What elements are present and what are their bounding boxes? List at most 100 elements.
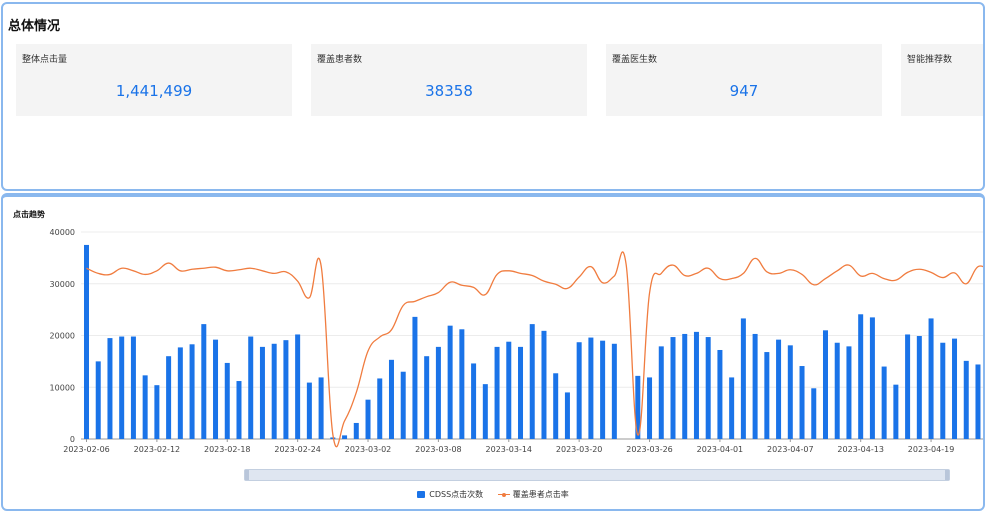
bar xyxy=(940,342,946,439)
x-tick-label: 2023-04-13 xyxy=(837,445,884,454)
bar xyxy=(494,346,500,439)
chart-legend: CDSS点击次数 覆盖患者点击率 xyxy=(3,489,983,500)
bar xyxy=(224,362,230,439)
bar xyxy=(271,343,277,439)
bar xyxy=(259,346,265,439)
bar xyxy=(822,330,828,439)
bar xyxy=(647,377,653,439)
legend-label: 覆盖患者点击率 xyxy=(512,490,569,499)
bar xyxy=(400,371,406,439)
legend-label: CDSS点击次数 xyxy=(429,490,484,499)
bar xyxy=(342,435,348,439)
bar xyxy=(611,343,617,439)
bar xyxy=(424,356,430,439)
x-tick-label: 2023-04-07 xyxy=(767,445,814,454)
x-tick-label: 2023-03-08 xyxy=(415,445,462,454)
bar xyxy=(471,363,477,439)
legend-item-bar[interactable]: CDSS点击次数 xyxy=(417,489,483,500)
x-tick-label: 2023-03-20 xyxy=(556,445,603,454)
bar xyxy=(177,347,183,439)
trend-chart: 40000 30000 20000 10000 02023-02-06 2023-02-1… xyxy=(50,228,983,454)
bar xyxy=(564,392,570,439)
bar xyxy=(764,352,770,439)
bar xyxy=(729,377,735,439)
x-tick-label: 2023-02-06 xyxy=(63,445,110,454)
bar xyxy=(799,366,805,439)
x-tick-label: 2023-02-18 xyxy=(204,445,251,454)
bar xyxy=(740,318,746,439)
y-tick-label: 10000 xyxy=(50,383,75,392)
bar xyxy=(107,338,113,439)
bar xyxy=(412,316,418,439)
bar xyxy=(506,341,512,439)
bar xyxy=(283,340,289,439)
zoom-slider[interactable] xyxy=(244,469,950,481)
kpi-label: 智能推荐数 xyxy=(907,55,953,65)
overview-title: 总体情况 xyxy=(8,19,61,34)
line-series-swatch xyxy=(497,491,510,498)
bar xyxy=(682,333,688,439)
bar xyxy=(365,399,371,439)
bar xyxy=(353,422,359,439)
x-tick-label: 2023-03-26 xyxy=(626,445,673,454)
bar xyxy=(435,346,441,439)
bar xyxy=(295,334,301,439)
kpi-value: 947 xyxy=(729,82,759,100)
zoom-handle-right[interactable] xyxy=(945,470,949,480)
y-tick-label: 40000 xyxy=(50,228,75,237)
x-tick-label: 2023-02-12 xyxy=(134,445,181,454)
kpi-card-patients-covered: 覆盖患者数 38358 xyxy=(311,44,587,116)
bar xyxy=(142,375,148,439)
bar xyxy=(318,377,324,439)
bar xyxy=(154,385,160,439)
bar xyxy=(84,244,89,439)
kpi-card-smart-recommendations: 智能推荐数 xyxy=(901,44,983,116)
y-tick-label: 20000 xyxy=(50,332,75,341)
bar xyxy=(658,346,664,439)
legend-item-line[interactable]: 覆盖患者点击率 xyxy=(497,489,569,500)
bar xyxy=(752,333,758,439)
bar xyxy=(529,324,535,439)
bar xyxy=(670,337,676,439)
bar xyxy=(600,340,606,439)
bar xyxy=(963,360,969,439)
x-tick-label: 2023-04-01 xyxy=(697,445,744,454)
bar xyxy=(952,338,958,439)
bar xyxy=(811,388,817,439)
bar xyxy=(459,329,465,439)
bar xyxy=(201,324,207,439)
bar xyxy=(248,336,254,439)
bar xyxy=(717,349,723,439)
overview-panel: 总体情况 整体点击量 1,441,499 覆盖患者数 38358 覆盖医生数 9… xyxy=(1,2,985,191)
bar xyxy=(236,381,242,439)
y-tick-label: 30000 xyxy=(50,280,75,289)
bar xyxy=(705,337,711,439)
bar xyxy=(213,339,219,439)
kpi-card-total-clicks: 整体点击量 1,441,499 xyxy=(16,44,292,116)
bar xyxy=(693,331,699,439)
zoom-handle-left[interactable] xyxy=(245,470,249,480)
bar xyxy=(916,336,922,439)
bar xyxy=(928,318,934,439)
bar xyxy=(553,373,559,439)
bar xyxy=(388,359,394,439)
bar xyxy=(166,356,172,439)
bar xyxy=(975,364,981,439)
x-tick-label: 2023-03-02 xyxy=(345,445,392,454)
bar xyxy=(588,337,594,439)
bar-series-swatch xyxy=(417,491,426,498)
bar xyxy=(787,345,793,439)
kpi-label: 整体点击量 xyxy=(22,55,68,65)
x-tick-label: 2023-04-19 xyxy=(908,445,955,454)
bar xyxy=(482,384,488,439)
bar xyxy=(189,344,195,439)
kpi-card-doctors-covered: 覆盖医生数 947 xyxy=(606,44,882,116)
kpi-label: 覆盖医生数 xyxy=(612,55,658,65)
bar xyxy=(447,325,453,439)
bar xyxy=(893,384,899,439)
bar xyxy=(306,382,312,439)
bar xyxy=(541,330,547,439)
x-tick-label: 2023-02-24 xyxy=(274,445,321,454)
y-tick-label: 0 xyxy=(70,435,75,444)
bar xyxy=(776,339,782,439)
